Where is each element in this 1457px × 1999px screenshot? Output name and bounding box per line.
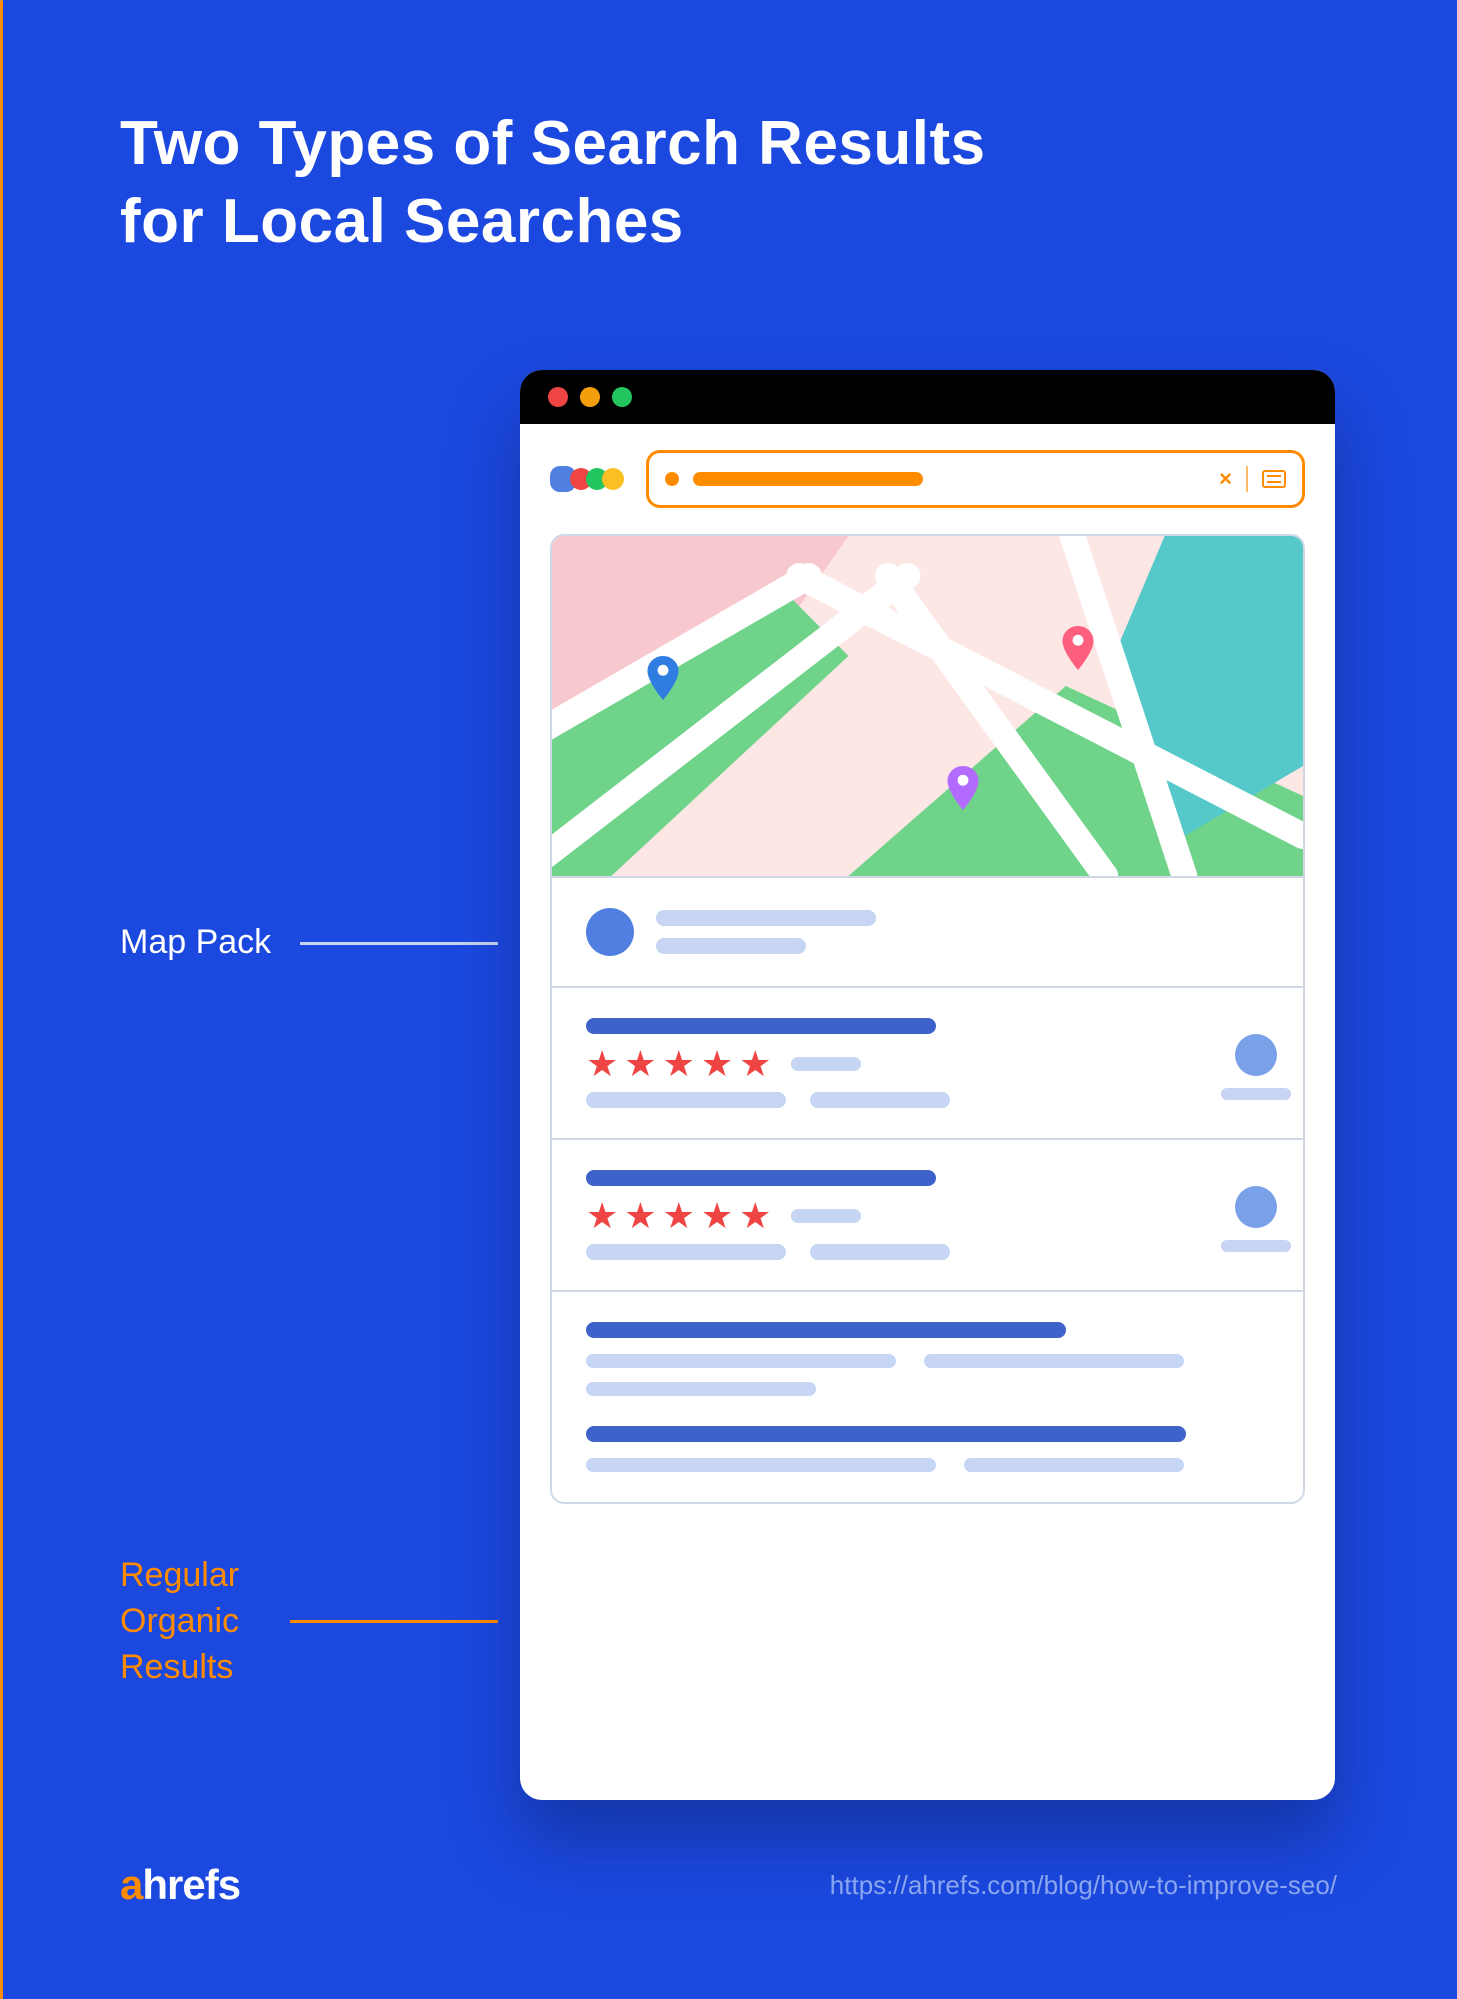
- leader-organic: [290, 1620, 498, 1623]
- placeholder-line: [924, 1354, 1184, 1368]
- placeholder-line: [586, 1354, 896, 1368]
- map-pin-icon: [1062, 626, 1094, 670]
- placeholder-line: [586, 1458, 936, 1472]
- organic-results: [552, 1290, 1303, 1502]
- organic-title-bar[interactable]: [586, 1322, 1066, 1338]
- star-icon: ★: [586, 1198, 618, 1234]
- clear-search-icon[interactable]: ×: [1219, 466, 1232, 492]
- search-input[interactable]: ×: [646, 450, 1305, 508]
- brand-rest: hrefs: [142, 1861, 240, 1908]
- placeholder-line: [656, 910, 876, 926]
- star-icon: ★: [624, 1046, 656, 1082]
- result-thumbnail-caption: [1221, 1240, 1291, 1252]
- window-titlebar: [520, 370, 1335, 424]
- placeholder-line: [586, 1382, 816, 1396]
- result-thumbnail-icon: [1235, 1034, 1277, 1076]
- star-icon: ★: [663, 1046, 695, 1082]
- callout-organic: Regular Organic Results: [120, 1553, 239, 1691]
- source-url: https://ahrefs.com/blog/how-to-improve-s…: [830, 1870, 1337, 1901]
- star-icon: ★: [663, 1198, 695, 1234]
- placeholder-line: [810, 1244, 950, 1260]
- map-pack-result[interactable]: ★ ★ ★ ★ ★: [552, 986, 1303, 1138]
- brand-logo: ahrefs: [120, 1861, 240, 1909]
- brand-a: a: [120, 1861, 142, 1908]
- organic-title-bar[interactable]: [586, 1426, 1186, 1442]
- leader-map-pack: [300, 942, 498, 945]
- star-icon: ★: [739, 1198, 771, 1234]
- rating-stars: ★ ★ ★ ★ ★: [586, 1046, 1269, 1082]
- star-icon: ★: [701, 1198, 733, 1234]
- search-engine-logo: [550, 466, 624, 492]
- rating-count-placeholder: [791, 1209, 861, 1223]
- star-icon: ★: [739, 1046, 771, 1082]
- callout-map-pack-text: Map Pack: [120, 923, 271, 961]
- search-query-dot-icon: [665, 472, 679, 486]
- title-line-1: Two Types of Search Results: [120, 109, 986, 178]
- browser-chrome: ×: [520, 424, 1335, 526]
- star-icon: ★: [586, 1046, 618, 1082]
- placeholder-line: [586, 1092, 786, 1108]
- map-pin-icon: [647, 656, 679, 700]
- map-preview[interactable]: [552, 536, 1303, 876]
- result-title-bar: [586, 1170, 936, 1186]
- keyboard-icon[interactable]: [1262, 470, 1286, 488]
- star-icon: ★: [624, 1198, 656, 1234]
- result-title-bar: [586, 1018, 936, 1034]
- map-svg: [552, 536, 1303, 876]
- title-line-2: for Local Searches: [120, 187, 684, 256]
- serp-container: ★ ★ ★ ★ ★ ★ ★ ★ ★ ★: [550, 534, 1305, 1504]
- placeholder-line: [586, 1244, 786, 1260]
- result-thumbnail-caption: [1221, 1088, 1291, 1100]
- browser-window: ×: [520, 370, 1335, 1800]
- result-thumbnail-icon: [1235, 1186, 1277, 1228]
- placeholder-line: [964, 1458, 1184, 1472]
- footer: ahrefs https://ahrefs.com/blog/how-to-im…: [120, 1861, 1337, 1909]
- bracket-organic: [0, 896, 22, 1176]
- search-query-placeholder: [693, 472, 923, 486]
- placeholder-line: [656, 938, 806, 954]
- window-minimize-dot[interactable]: [580, 387, 600, 407]
- callout-organic-l3: Results: [120, 1648, 233, 1686]
- callout-organic-l1: Regular: [120, 1556, 239, 1594]
- rating-count-placeholder: [791, 1057, 861, 1071]
- callout-map-pack: Map Pack: [120, 920, 271, 966]
- window-close-dot[interactable]: [548, 387, 568, 407]
- bracket-map-pack: [0, 0, 22, 896]
- map-pack-header: [552, 876, 1303, 986]
- callout-organic-l2: Organic: [120, 1602, 239, 1640]
- window-maximize-dot[interactable]: [612, 387, 632, 407]
- map-pin-icon: [947, 766, 979, 810]
- rating-stars: ★ ★ ★ ★ ★: [586, 1198, 1269, 1234]
- map-pack-result[interactable]: ★ ★ ★ ★ ★: [552, 1138, 1303, 1290]
- search-divider: [1246, 466, 1248, 492]
- business-avatar-icon: [586, 908, 634, 956]
- star-icon: ★: [701, 1046, 733, 1082]
- placeholder-line: [810, 1092, 950, 1108]
- page-title: Two Types of Search Results for Local Se…: [120, 105, 986, 260]
